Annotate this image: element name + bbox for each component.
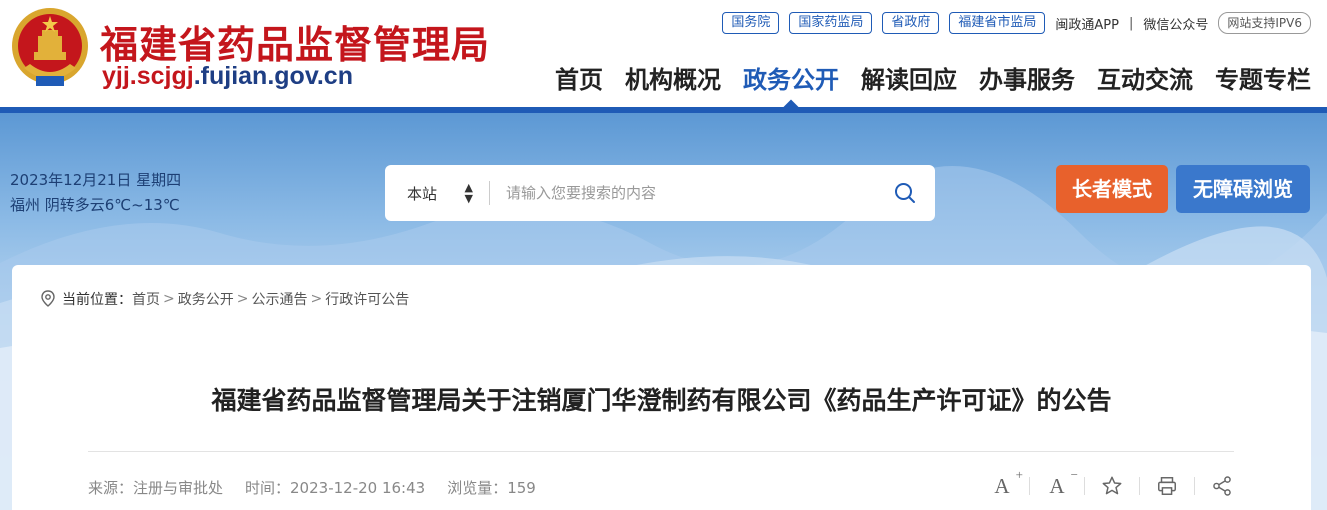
site-header: 福建省药品监督管理局 yjj.scjgj.fujian.gov.cn 国务院 国… xyxy=(0,0,1327,110)
tool-separator xyxy=(1084,477,1085,495)
breadcrumb-license-notices[interactable]: 行政许可公告 xyxy=(325,289,409,309)
tool-separator xyxy=(1139,477,1140,495)
domain-prefix: yjj.scjgj xyxy=(102,62,194,90)
wechat-link[interactable]: 微信公众号 xyxy=(1143,14,1208,33)
breadcrumb-notices[interactable]: 公示通告 xyxy=(251,289,307,309)
nav-about[interactable]: 机构概况 xyxy=(625,62,721,98)
breadcrumb-separator: > xyxy=(163,291,175,307)
print-icon[interactable] xyxy=(1154,473,1180,499)
top-links: 国务院 国家药监局 省政府 福建省市监局 闽政通APP | 微信公众号 网站支持… xyxy=(722,12,1311,34)
elder-mode-button[interactable]: 长者模式 xyxy=(1056,165,1168,213)
date-weather: 2023年12月21日 星期四 福州 阴转多云6℃~13℃ xyxy=(10,168,181,218)
link-provincial-gov[interactable]: 省政府 xyxy=(882,12,940,34)
breadcrumb-separator: > xyxy=(236,291,249,307)
link-provincial-samr[interactable]: 福建省市监局 xyxy=(949,12,1046,34)
search-button[interactable] xyxy=(875,165,935,221)
search-icon xyxy=(895,183,915,203)
accessible-browsing-button[interactable]: 无障碍浏览 xyxy=(1176,165,1310,213)
article-views: 浏览量：159 xyxy=(447,479,536,497)
search-scope-value: 本站 xyxy=(407,184,438,203)
article-meta: 来源：注册与审批处 时间：2023-12-20 16:43 浏览量：159 xyxy=(88,477,536,498)
breadcrumb-prefix: 当前位置： xyxy=(62,292,132,308)
weather-line: 福州 阴转多云6℃~13℃ xyxy=(10,196,180,214)
breadcrumb-separator: > xyxy=(310,291,323,307)
search-scope-select[interactable]: 本站 ▲ ▼ xyxy=(385,181,490,205)
breadcrumb-home[interactable]: 首页 xyxy=(132,289,160,309)
mzt-app-link[interactable]: 闽政通APP xyxy=(1055,14,1119,33)
nav-interpretation[interactable]: 解读回应 xyxy=(861,62,957,98)
link-state-council[interactable]: 国务院 xyxy=(722,12,780,34)
search-input[interactable] xyxy=(490,173,875,213)
tool-separator xyxy=(1194,477,1195,495)
nav-home[interactable]: 首页 xyxy=(555,62,603,98)
article-title: 福建省药品监督管理局关于注销厦门华澄制药有限公司《药品生产许可证》的公告 xyxy=(211,386,1112,415)
font-decrease-icon[interactable]: A − xyxy=(1044,467,1078,499)
nav-interaction[interactable]: 互动交流 xyxy=(1097,62,1193,98)
tool-separator xyxy=(1029,477,1030,495)
sort-arrows-icon: ▲ ▼ xyxy=(464,181,473,205)
breadcrumb-gov-affairs[interactable]: 政务公开 xyxy=(178,289,234,309)
national-emblem-icon[interactable] xyxy=(10,6,90,90)
favorite-star-icon[interactable] xyxy=(1099,473,1125,499)
link-nmpa[interactable]: 国家药监局 xyxy=(789,12,873,34)
content-card: 当前位置： 首页 > 政务公开 > 公示通告 > 行政许可公告 福建省药品监督管… xyxy=(12,265,1311,510)
article-tools: A + A − xyxy=(989,467,1235,499)
ipv6-badge: 网站支持IPV6 xyxy=(1218,12,1311,34)
nav-gov-affairs[interactable]: 政务公开 xyxy=(743,62,839,98)
domain-suffix: .fujian.gov.cn xyxy=(193,62,353,90)
article-source: 来源：注册与审批处 xyxy=(88,479,224,497)
location-pin-icon xyxy=(40,290,56,308)
search-box: 本站 ▲ ▼ xyxy=(385,165,935,221)
site-domain: yjj.scjgj.fujian.gov.cn xyxy=(102,62,353,91)
article-time: 时间：2023-12-20 16:43 xyxy=(245,479,426,497)
breadcrumb: 当前位置： 首页 > 政务公开 > 公示通告 > 行政许可公告 xyxy=(40,289,409,309)
site-name[interactable]: 福建省药品监督管理局 xyxy=(100,14,490,69)
font-increase-icon[interactable]: A + xyxy=(989,467,1023,499)
title-divider xyxy=(88,451,1234,452)
main-nav: 首页 机构概况 政务公开 解读回应 办事服务 互动交流 专题专栏 xyxy=(555,62,1311,98)
top-separator: | xyxy=(1128,15,1134,31)
nav-services[interactable]: 办事服务 xyxy=(979,62,1075,98)
nav-topics[interactable]: 专题专栏 xyxy=(1215,62,1311,98)
date-line: 2023年12月21日 星期四 xyxy=(10,171,182,189)
share-icon[interactable] xyxy=(1209,473,1235,499)
